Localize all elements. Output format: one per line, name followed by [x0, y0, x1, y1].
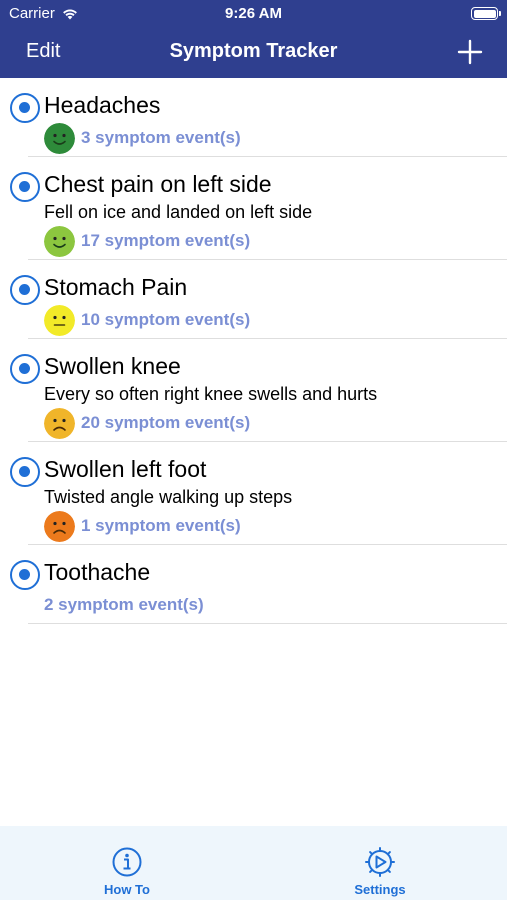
battery-icon — [471, 7, 501, 20]
symptom-event-count[interactable]: 17 symptom event(s) — [81, 231, 250, 251]
symptom-meta: 17 symptom event(s) — [44, 223, 507, 259]
select-radio-button[interactable] — [10, 275, 40, 305]
select-radio-button[interactable] — [10, 172, 40, 202]
symptom-meta: 1 symptom event(s) — [44, 508, 507, 544]
symptom-title: Toothache — [44, 559, 151, 585]
symptom-event-count[interactable]: 2 symptom event(s) — [44, 595, 204, 615]
tab-how-to[interactable]: How To — [77, 846, 177, 897]
symptom-row[interactable]: Stomach Pain 10 symptom event(s) — [10, 260, 507, 339]
symptom-event-count[interactable]: 3 symptom event(s) — [81, 128, 241, 148]
add-symptom-button[interactable] — [457, 39, 483, 65]
symptom-description: Every so often right knee swells and hur… — [44, 384, 378, 404]
select-radio-button[interactable] — [10, 354, 40, 384]
tab-label: Settings — [354, 882, 406, 897]
select-radio-button[interactable] — [10, 560, 40, 590]
symptom-description: Twisted angle walking up steps — [44, 487, 293, 507]
symptom-row[interactable]: Headaches 3 symptom event(s) — [10, 78, 507, 157]
sad-face-icon — [44, 407, 75, 439]
symptom-event-count[interactable]: 20 symptom event(s) — [81, 413, 250, 433]
symptom-title: Swollen left foot — [44, 456, 207, 482]
symptom-meta: 20 symptom event(s) — [44, 405, 507, 441]
gear-icon — [365, 847, 395, 877]
symptom-meta: 10 symptom event(s) — [44, 302, 507, 338]
info-icon — [112, 847, 142, 877]
symptom-meta: 3 symptom event(s) — [44, 120, 507, 156]
symptom-meta: 2 symptom event(s) — [44, 587, 507, 623]
tab-bar: How To Settings — [0, 826, 507, 900]
happy-face-icon — [44, 122, 75, 154]
symptom-event-count[interactable]: 1 symptom event(s) — [81, 516, 241, 536]
select-radio-button[interactable] — [10, 457, 40, 487]
symptom-event-count[interactable]: 10 symptom event(s) — [81, 310, 250, 330]
symptom-title: Stomach Pain — [44, 274, 188, 300]
nav-bar: Edit Symptom Tracker — [0, 28, 507, 78]
symptom-row[interactable]: Chest pain on left side Fell on ice and l… — [10, 157, 507, 260]
symptom-row[interactable]: Swollen knee Every so often right knee sw… — [10, 339, 507, 442]
status-bar: Carrier 9:26 AM — [0, 0, 507, 28]
plus-icon — [457, 39, 483, 65]
sad-face-icon — [44, 510, 75, 542]
clock: 9:26 AM — [225, 5, 282, 22]
tab-label: How To — [104, 882, 150, 897]
symptom-title: Headaches — [44, 92, 161, 118]
select-radio-button[interactable] — [10, 93, 40, 123]
neutral-face-icon — [44, 304, 75, 336]
symptom-description: Fell on ice and landed on left side — [44, 202, 313, 222]
symptom-row[interactable]: Swollen left foot Twisted angle walking u… — [10, 442, 507, 545]
page-title: Symptom Tracker — [169, 40, 338, 62]
symptom-title: Swollen knee — [44, 353, 181, 379]
symptom-title: Chest pain on left side — [44, 171, 272, 197]
happy-face-icon — [44, 225, 75, 257]
symptom-row[interactable]: Toothache 2 symptom event(s) — [10, 545, 507, 624]
tab-settings[interactable]: Settings — [330, 846, 430, 897]
navigation-header: Carrier 9:26 AM Edit Symptom Tracker — [0, 0, 507, 78]
symptom-list: Headaches 3 symptom event(s) Chest pain on… — [0, 78, 507, 624]
